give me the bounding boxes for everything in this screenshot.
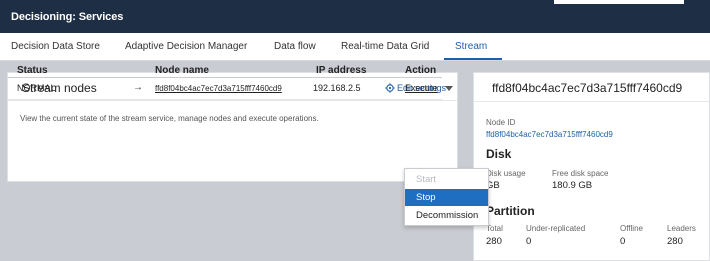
row-status: NORMAL <box>17 83 56 93</box>
partition-offline-label: Offline <box>620 224 643 233</box>
tab-decision-data-store[interactable]: Decision Data Store <box>11 41 100 52</box>
node-id-value[interactable]: ffd8f04bc4ac7ec7d3a715fff7460cd9 <box>486 130 613 139</box>
row-node-name-link[interactable]: ffd8f04bc4ac7ec7d3a715fff7460cd9 <box>155 84 282 93</box>
partition-leaders-value: 280 <box>667 236 683 247</box>
free-disk-space-value: 180.9 GB <box>552 180 593 191</box>
partition-heading: Partition <box>486 204 535 218</box>
disk-usage-label: Disk usage <box>486 169 526 178</box>
partition-leaders-label: Leaders <box>667 224 696 233</box>
partition-under-replicated-value: 0 <box>526 236 532 247</box>
node-id-label: Node ID <box>486 118 516 127</box>
arrow-right-icon: → <box>133 82 143 93</box>
stream-nodes-description: View the current state of the stream ser… <box>20 114 319 123</box>
menu-item-decommission[interactable]: Decommission <box>405 207 488 224</box>
chevron-down-icon[interactable] <box>445 86 453 91</box>
tab-adaptive-decision-manager[interactable]: Adaptive Decision Manager <box>125 41 247 52</box>
execute-action-link[interactable]: Execute <box>405 83 438 93</box>
table-header-divider <box>8 77 442 78</box>
partition-total-value: 280 <box>486 236 502 247</box>
menu-item-start: Start <box>416 174 437 185</box>
free-disk-space-label: Free disk space <box>552 169 609 178</box>
col-node-name: Node name <box>155 65 209 76</box>
node-details-title: ffd8f04bc4ac7ec7d3a715fff7460cd9 <box>492 81 683 95</box>
node-details-divider <box>474 101 710 102</box>
tab-bar: Decision Data Store Adaptive Decision Ma… <box>0 33 710 61</box>
node-details-panel: ffd8f04bc4ac7ec7d3a715fff7460cd9 Node ID… <box>473 72 710 261</box>
menu-item-stop[interactable]: Stop <box>405 189 488 206</box>
action-dropdown-menu: Start Stop Decommission <box>404 168 489 226</box>
table-row-divider <box>8 99 442 100</box>
page-title: Decisioning: Services <box>11 11 124 23</box>
partition-under-replicated-label: Under-replicated <box>526 224 586 233</box>
partition-offline-value: 0 <box>620 236 626 247</box>
tab-real-time-data-grid[interactable]: Real-time Data Grid <box>341 41 429 52</box>
col-action: Action <box>405 65 437 76</box>
col-ip-address: IP address <box>316 65 367 76</box>
col-status: Status <box>17 65 48 76</box>
row-ip-address: 192.168.2.5 <box>313 83 361 93</box>
header-tab-indicator <box>554 0 684 4</box>
active-tab-underline <box>444 58 502 60</box>
app-header: Decisioning: Services <box>0 0 710 33</box>
tab-data-flow[interactable]: Data flow <box>274 41 316 52</box>
disk-heading: Disk <box>486 147 512 161</box>
tab-stream[interactable]: Stream <box>455 41 487 52</box>
